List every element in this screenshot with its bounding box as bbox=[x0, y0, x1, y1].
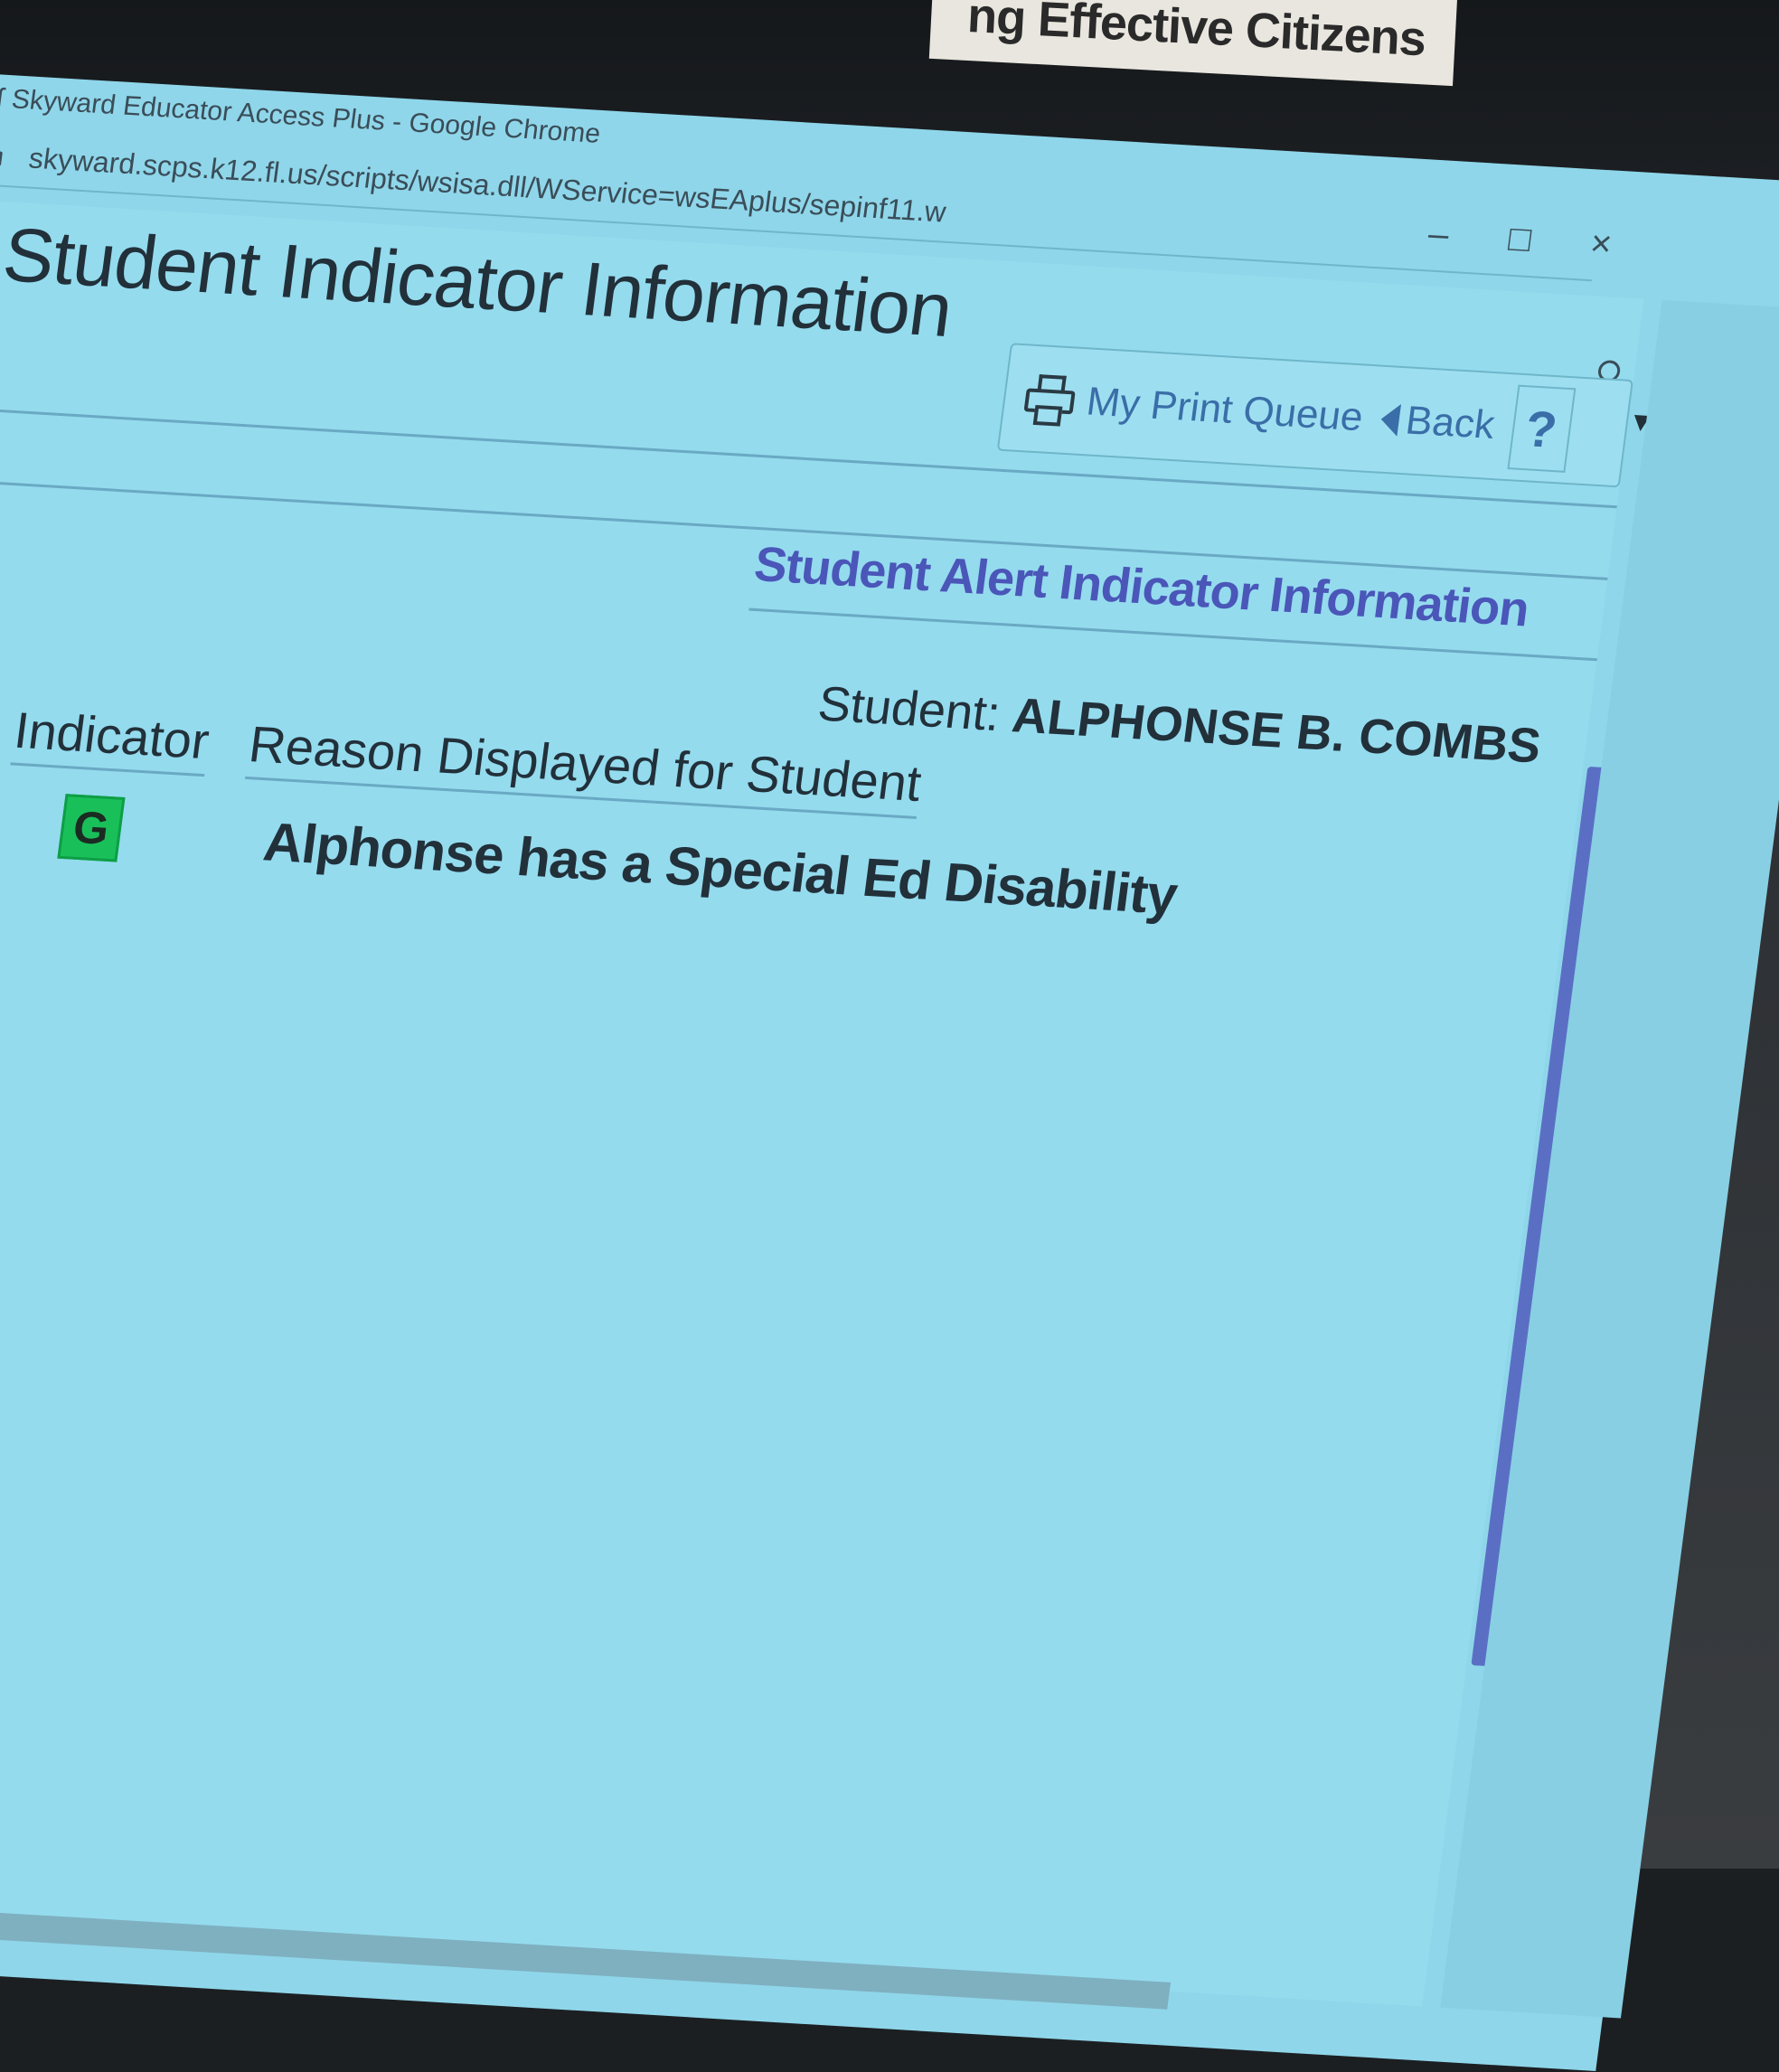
back-button[interactable]: Back bbox=[1378, 397, 1497, 448]
page-content: Student Indicator Information My Print Q… bbox=[0, 200, 1644, 2010]
print-queue-label: My Print Queue bbox=[1084, 379, 1366, 440]
minimize-button[interactable]: – bbox=[1396, 212, 1482, 258]
student-name: ALPHONSE B. COMBS bbox=[1009, 688, 1545, 774]
app-icon: ʃ bbox=[0, 83, 5, 114]
my-print-queue-button[interactable]: My Print Queue bbox=[1021, 372, 1367, 444]
lock-icon bbox=[0, 150, 3, 166]
back-arrow-icon bbox=[1379, 402, 1401, 437]
back-label: Back bbox=[1403, 398, 1498, 447]
help-button[interactable]: ? bbox=[1506, 384, 1576, 473]
reason-text: Alphonse has a Special Ed Disability bbox=[259, 811, 1181, 926]
horizontal-scrollbar[interactable] bbox=[0, 1912, 1172, 2010]
student-label: Student: bbox=[814, 676, 1004, 742]
column-header-indicator[interactable]: Indicator bbox=[10, 700, 213, 777]
student-info: Student: ALPHONSE B. COMBS bbox=[814, 675, 1545, 774]
close-button[interactable]: × bbox=[1558, 221, 1644, 267]
maximize-button[interactable]: □ bbox=[1476, 217, 1563, 262]
printer-icon bbox=[1021, 372, 1079, 427]
page-toolbar: My Print Queue Back ? bbox=[996, 343, 1633, 488]
indicator-badge[interactable]: G bbox=[57, 794, 126, 862]
browser-window: ʃ Skyward Educator Access Plus - Google C… bbox=[0, 72, 1779, 2071]
